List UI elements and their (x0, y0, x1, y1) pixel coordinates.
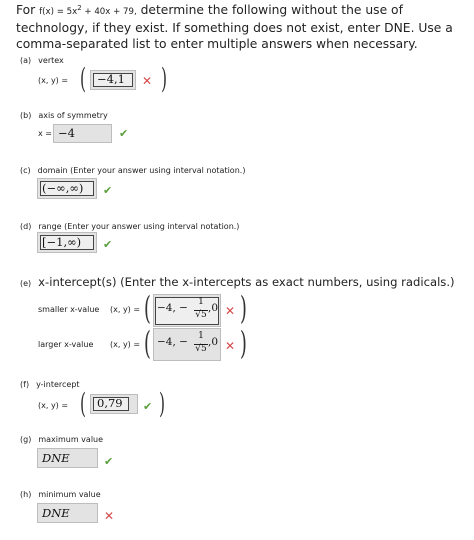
minimum-answer-box[interactable]: DNE (37, 503, 98, 523)
part-c-label: (c) domain (Enter your answer using inter… (20, 166, 246, 175)
problem-statement: For f(x) = 5x2 + 40x + 79, determine the… (16, 2, 468, 52)
cross-mark-icon: ✕ (225, 304, 236, 318)
cross-mark-icon: ✕ (225, 339, 236, 353)
part-b-label: (b) axis of symmetry (20, 111, 108, 120)
smaller-fraction-numerator: 1 (198, 297, 204, 307)
part-h-label: (h) minimum value (20, 490, 101, 499)
part-d-label: (d) range (Enter your answer using interv… (20, 222, 240, 231)
larger-x-answer-tail: ,0 (208, 336, 219, 348)
part-g-label: (g) maximum value (20, 435, 104, 444)
intro-prefix: For (16, 3, 36, 17)
right-paren: ) (159, 387, 166, 420)
part-b-eq-label: x = (38, 129, 52, 138)
domain-answer: (−∞,∞) (42, 181, 84, 195)
left-paren: ( (80, 387, 87, 420)
part-a-label: (a) vertex (20, 56, 64, 65)
check-mark-icon: ✔ (104, 455, 114, 468)
smaller-x-answer-box[interactable]: −4, − 1 √5 ,0 (153, 294, 221, 327)
axis-answer-box[interactable]: −4 (53, 124, 112, 143)
cross-mark-icon: ✕ (142, 74, 153, 88)
smaller-fraction-denominator: √5 (195, 310, 207, 320)
smaller-eq-label: (x, y) = (110, 305, 141, 314)
maximum-answer-box[interactable]: DNE (37, 448, 98, 468)
smaller-x-label: smaller x-value (38, 305, 100, 314)
larger-eq-label: (x, y) = (110, 340, 141, 349)
smaller-x-answer-tail: ,0 (208, 302, 219, 314)
larger-x-answer-box[interactable]: −4, − 1 √5 ,0 (153, 328, 221, 361)
check-mark-icon: ✔ (119, 127, 129, 140)
right-paren: ) (161, 62, 168, 95)
larger-fraction-denominator: √5 (195, 344, 207, 354)
larger-x-label: larger x-value (38, 340, 94, 349)
range-answer: [−1,∞) (42, 235, 82, 249)
range-answer-box[interactable]: [−1,∞) (37, 232, 97, 253)
right-paren: ) (240, 289, 247, 327)
part-a-eq-label: (x, y) = (38, 76, 69, 85)
part-f-eq-label: (x, y) = (38, 401, 69, 410)
function-definition: f(x) = 5x2 + 40x + 79, (39, 4, 137, 18)
left-paren: ( (144, 289, 151, 327)
domain-answer-box[interactable]: (−∞,∞) (37, 178, 97, 199)
vertex-answer: −4,1 (97, 72, 125, 86)
axis-answer: −4 (58, 126, 75, 140)
larger-fraction-numerator: 1 (198, 331, 204, 341)
right-paren: ) (240, 324, 247, 362)
part-f-label: (f) y-intercept (20, 380, 80, 389)
smaller-x-answer-lead: −4, − (157, 302, 188, 314)
check-mark-icon: ✔ (143, 400, 153, 413)
maximum-answer: DNE (42, 451, 70, 465)
cross-mark-icon: ✕ (104, 509, 115, 523)
exponent: 2 (77, 4, 82, 12)
part-e-label: (e) x-intercept(s) (Enter the x-intercept… (20, 275, 455, 289)
check-mark-icon: ✔ (103, 184, 113, 197)
y-intercept-answer-box[interactable]: 0,79 (90, 394, 138, 414)
check-mark-icon: ✔ (103, 238, 113, 251)
left-paren: ( (144, 324, 151, 362)
vertex-answer-box[interactable]: −4,1 (90, 70, 136, 90)
minimum-answer: DNE (42, 506, 70, 520)
y-intercept-answer: 0,79 (97, 396, 123, 410)
left-paren: ( (80, 62, 87, 95)
larger-x-answer-lead: −4, − (157, 336, 188, 348)
